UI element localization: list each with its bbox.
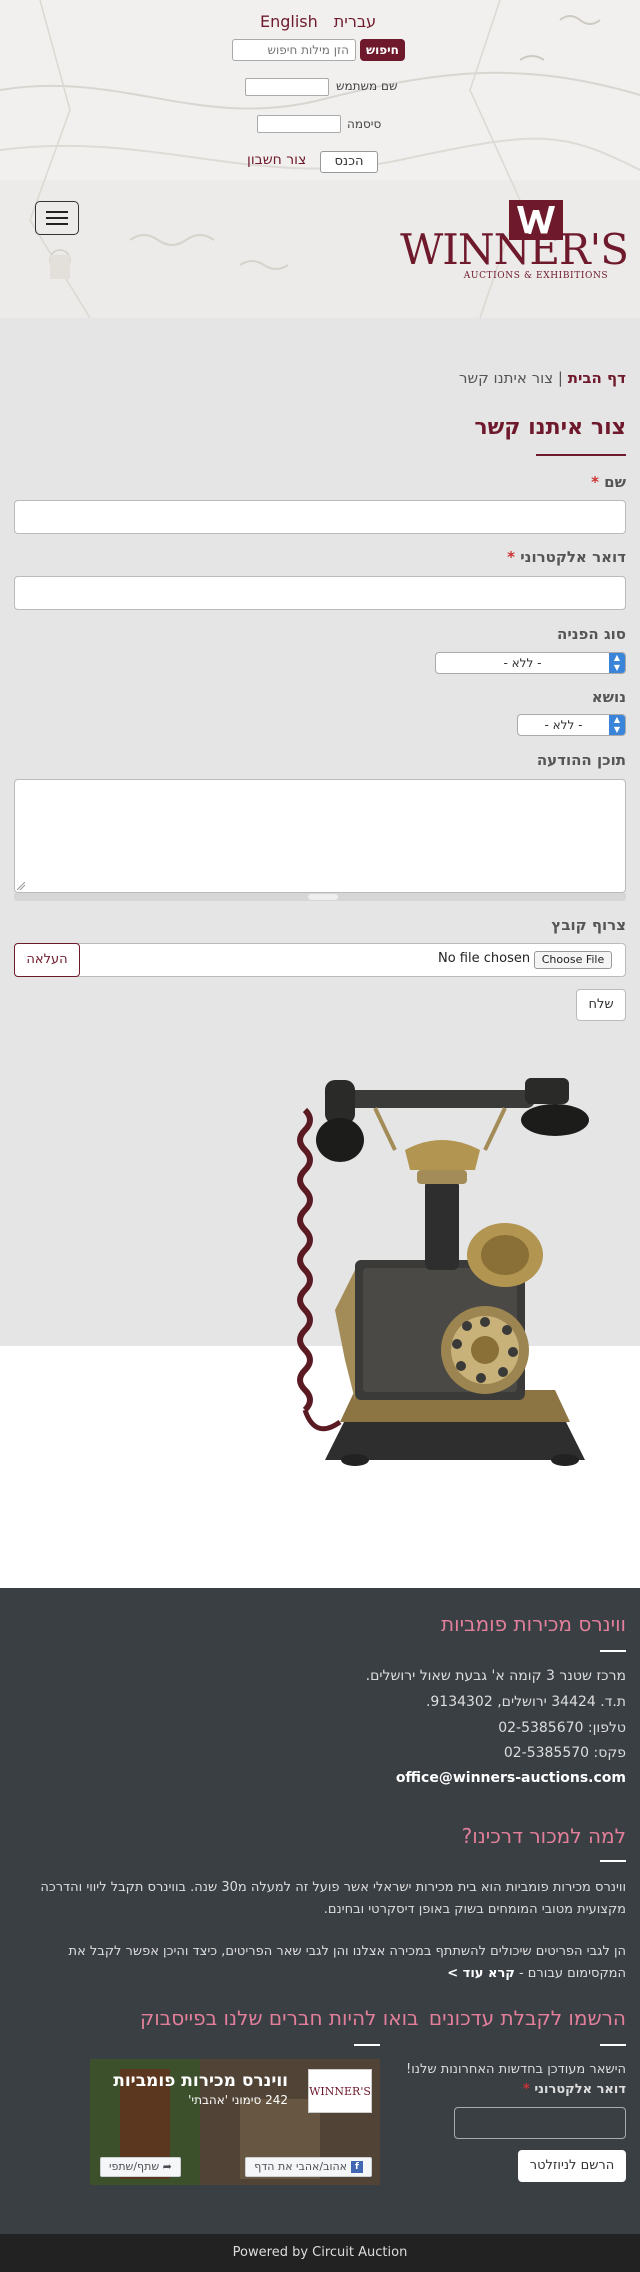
powered-by-footer[interactable]: Powered by Circuit Auction (0, 2234, 640, 2272)
resize-handle-icon (17, 882, 25, 890)
language-switcher: עברית English (260, 12, 376, 31)
signup-link[interactable]: צור חשבון (247, 152, 306, 168)
facebook-share-button[interactable]: ➦ שתף/שתפי (100, 2157, 181, 2177)
footer-why-paragraph-2: הן לגבי הפריטים שיכולים להשתתף במכירה אצ… (68, 1944, 626, 1981)
search-bar: חיפוש (232, 39, 405, 61)
footer-fax: פקס: 02-5385570 (503, 1745, 626, 1761)
search-input[interactable] (232, 39, 356, 61)
search-button[interactable]: חיפוש (360, 39, 405, 61)
facebook-page-logo: WINNER'S (308, 2069, 372, 2113)
name-label: שם * (591, 473, 626, 491)
password-label: סיסמה (347, 117, 382, 131)
textarea-grippie[interactable] (14, 893, 626, 901)
subject-label: נושא (591, 688, 626, 706)
facebook-page-name[interactable]: ווינרס מכירות פומביות (113, 2071, 288, 2091)
request-type-label: סוג הפניה (557, 625, 626, 643)
message-label: תוכן ההודעה (536, 751, 626, 769)
hamburger-line-icon (46, 211, 68, 213)
page-title: צור איתנו קשר (474, 415, 626, 440)
hamburger-line-icon (46, 217, 68, 219)
footer-why-title: למה למכור דרכינו? (461, 1824, 626, 1848)
footer-email-link[interactable]: office@winners-auctions.com (396, 1770, 626, 1786)
footer-why-paragraph: ווינרס מכירות פומביות הוא בית מכירות ישר… (40, 1880, 626, 1917)
share-arrow-icon: ➦ (162, 2160, 172, 2173)
title-divider (536, 454, 626, 456)
read-more-link[interactable]: קרא עוד > (447, 1966, 515, 1981)
breadcrumb: דף הבית | צור איתנו קשר (459, 369, 626, 387)
username-input[interactable] (245, 78, 329, 96)
facebook-icon: f (351, 2161, 363, 2173)
choose-file-button[interactable]: Choose File (534, 951, 612, 969)
footer-title-divider (354, 2044, 380, 2046)
breadcrumb-current: צור איתנו קשר (459, 369, 554, 387)
footer-address: מרכז שטנר 3 קומה א' גבעת שאול ירושלים. (365, 1668, 626, 1684)
attach-label: צרוף קובץ (551, 916, 626, 934)
send-button[interactable]: שלח (576, 989, 626, 1021)
breadcrumb-separator: | (557, 369, 563, 387)
newsletter-email-input[interactable] (454, 2107, 626, 2139)
message-textarea[interactable] (14, 779, 626, 893)
newsletter-intro: הישאר מעודכן בחדשות האחרונות שלנו! (406, 2062, 626, 2077)
footer-facebook-title: בואו להיות חברים שלנו בפייסבוק (140, 2006, 419, 2030)
menu-toggle-button[interactable] (35, 201, 79, 235)
select-arrow-icon: ▲ ▼ (609, 715, 625, 735)
footer-po-box: ת.ד. 34424 ירושלים, 9134302. (425, 1694, 626, 1710)
newsletter-subscribe-button[interactable]: הרשם לניוזלטר (518, 2150, 626, 2182)
facebook-like-count: 242 סימוני 'אהבתי' (188, 2093, 288, 2107)
logo-wordmark: WINNER'S (400, 225, 629, 274)
footer-title-divider (600, 2044, 626, 2046)
no-file-text: No file chosen (438, 951, 531, 966)
footer-newsletter-title: הרשמו לקבלת עדכונים (428, 2006, 626, 2030)
email-input[interactable] (14, 576, 626, 610)
request-type-select[interactable]: ▲ ▼ - ללא - (435, 652, 626, 674)
upload-button[interactable]: העלאה (14, 943, 80, 977)
email-label: דואר אלקטרוני * (507, 548, 626, 566)
lang-hebrew-link[interactable]: עברית (334, 12, 376, 31)
breadcrumb-home-link[interactable]: דף הבית (568, 369, 626, 387)
login-button[interactable]: הכנס (320, 151, 378, 173)
footer-company-title: ווינרס מכירות פומביות (440, 1612, 626, 1636)
facebook-page-widget[interactable]: WINNER'S ווינרס מכירות פומביות 242 סימונ… (90, 2059, 380, 2185)
username-label: שם משתמש (336, 79, 398, 93)
facebook-like-button[interactable]: f אהוב/אהבי את הדף (245, 2157, 372, 2177)
name-input[interactable] (14, 500, 626, 534)
hamburger-line-icon (46, 223, 68, 225)
lang-english-link[interactable]: English (260, 12, 318, 31)
vintage-telephone-image (297, 1078, 589, 1466)
footer-title-divider (600, 1860, 626, 1862)
footer-phone: טלפון: 02-5385670 (498, 1720, 626, 1736)
newsletter-email-label: דואר אלקטרוני * (522, 2082, 626, 2097)
select-arrow-icon: ▲ ▼ (609, 653, 625, 673)
site-logo[interactable]: WINNER'S AUCTIONS & EXHIBITIONS (400, 200, 629, 298)
subject-select[interactable]: ▲ ▼ - ללא - (517, 714, 626, 736)
footer-title-divider (600, 1650, 626, 1652)
password-input[interactable] (257, 115, 341, 133)
site-header: עברית English חיפוש שם משתמש סיסמה הכנס … (0, 0, 640, 318)
